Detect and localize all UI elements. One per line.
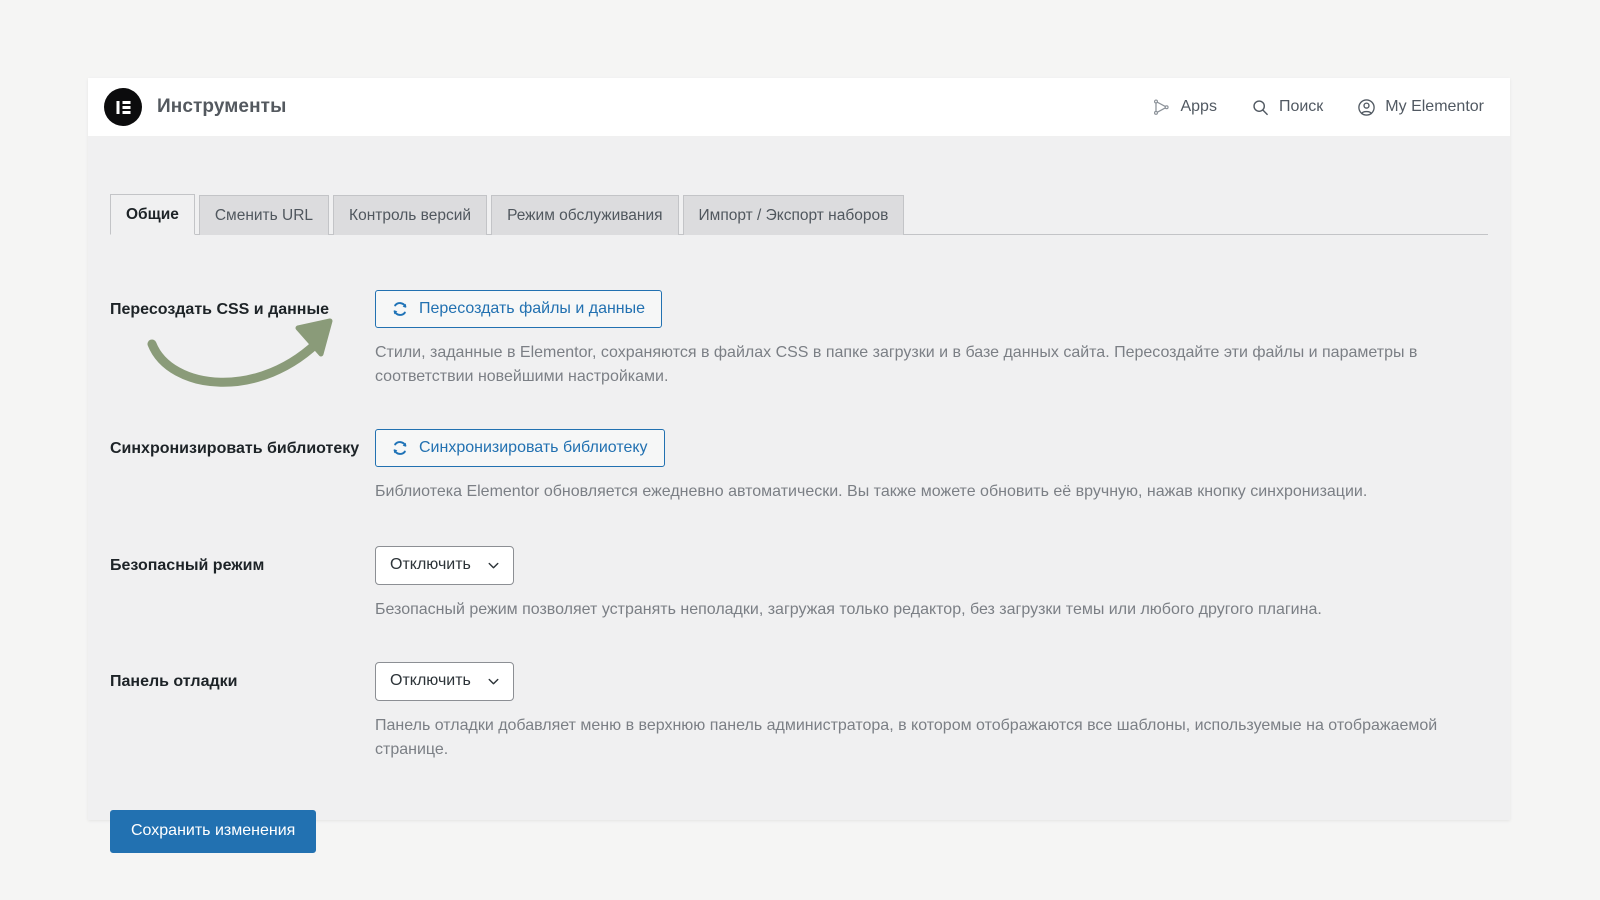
tab-replace-url[interactable]: Сменить URL <box>198 195 330 235</box>
debug-bar-select[interactable]: Отключить <box>375 662 514 702</box>
top-bar: Инструменты Apps Поиск My Elementor <box>88 78 1510 137</box>
sync-refresh-icon <box>390 299 409 318</box>
sync-refresh-icon <box>390 438 409 457</box>
topnav-label-apps: Apps <box>1180 98 1217 115</box>
chevron-down-icon <box>487 675 500 688</box>
row-desc-debug-bar: Панель отладки добавляет меню в верхнюю … <box>375 717 1438 759</box>
sync-library-button-label: Синхронизировать библиотеку <box>419 439 648 457</box>
row-sync-library: Синхронизировать библиотеку Синхронизиро… <box>110 429 1488 504</box>
safe-mode-select[interactable]: Отключить <box>375 546 514 586</box>
tab-version-control[interactable]: Контроль версий <box>333 195 488 235</box>
topnav-label-my-elementor: My Elementor <box>1385 98 1484 115</box>
elementor-tools-window: Инструменты Apps Поиск My Elementor Общи… <box>88 78 1510 854</box>
topnav-item-my-elementor[interactable]: My Elementor <box>1357 98 1484 117</box>
user-circle-icon <box>1357 98 1376 117</box>
tab-maintenance-mode[interactable]: Режим обслуживания <box>491 195 679 235</box>
regenerate-files-button[interactable]: Пересоздать файлы и данные <box>375 290 663 329</box>
row-field-sync-library: Синхронизировать библиотеку Библиотека E… <box>375 429 1488 504</box>
screen-root: Инструменты Apps Поиск My Elementor Общи… <box>0 0 1600 900</box>
top-navigation: Apps Поиск My Elementor <box>1152 98 1484 117</box>
tabs-container: Общие Сменить URL Контроль версий Режим … <box>88 193 1510 235</box>
apps-triangle-icon <box>1152 98 1171 117</box>
debug-bar-select-value: Отключить <box>390 672 471 690</box>
brand-area: Инструменты <box>104 88 286 126</box>
row-label-regenerate-css: Пересоздать CSS и данные <box>110 301 330 318</box>
elementor-logo-icon <box>104 88 142 126</box>
row-field-debug-bar: Отключить Панель отладки добавляет меню … <box>375 662 1488 762</box>
row-label-safe-mode: Безопасный режим <box>110 557 265 575</box>
regenerate-files-button-label: Пересоздать файлы и данные <box>419 300 646 317</box>
sync-library-button[interactable]: Синхронизировать библиотеку <box>375 429 665 468</box>
tools-form: Пересоздать CSS и данные Пересоздать фай… <box>88 290 1510 762</box>
tab-list: Общие Сменить URL Контроль версий Режим … <box>110 193 1488 235</box>
tab-general[interactable]: Общие <box>110 194 195 235</box>
admin-body: Общие Сменить URL Контроль версий Режим … <box>88 193 1510 876</box>
safe-mode-select-value: Отключить <box>390 556 471 574</box>
search-icon <box>1251 98 1270 117</box>
row-field-regenerate-css: Пересоздать файлы и данные Стили, заданн… <box>375 290 1488 389</box>
row-desc-sync-library: Библиотека Elementor обновляется ежеднев… <box>375 483 1368 501</box>
row-desc-safe-mode: Безопасный режим позволяет устранять неп… <box>375 601 1322 619</box>
page-title: Инструменты <box>157 96 287 117</box>
tab-import-export-kits[interactable]: Импорт / Экспорт наборов <box>682 195 905 235</box>
form-footer: Сохранить изменения <box>88 810 1510 854</box>
save-changes-button[interactable]: Сохранить изменения <box>110 810 317 854</box>
row-desc-regenerate-css: Стили, заданные в Elementor, сохраняются… <box>375 344 1418 386</box>
topnav-label-search: Поиск <box>1278 98 1324 115</box>
row-field-safe-mode: Отключить Безопасный режим позволяет уст… <box>375 546 1488 622</box>
row-regenerate-css: Пересоздать CSS и данные Пересоздать фай… <box>110 290 1488 389</box>
row-label-debug-bar: Панель отладки <box>110 673 238 691</box>
topnav-item-apps[interactable]: Apps <box>1152 98 1217 117</box>
topnav-item-search[interactable]: Поиск <box>1251 98 1323 117</box>
chevron-down-icon <box>487 559 500 572</box>
row-label-sync-library: Синхронизировать библиотеку <box>110 440 360 458</box>
row-safe-mode: Безопасный режим Отключить Безопасный ре… <box>110 546 1488 622</box>
row-debug-bar: Панель отладки Отключить Панель отладки … <box>110 662 1488 762</box>
